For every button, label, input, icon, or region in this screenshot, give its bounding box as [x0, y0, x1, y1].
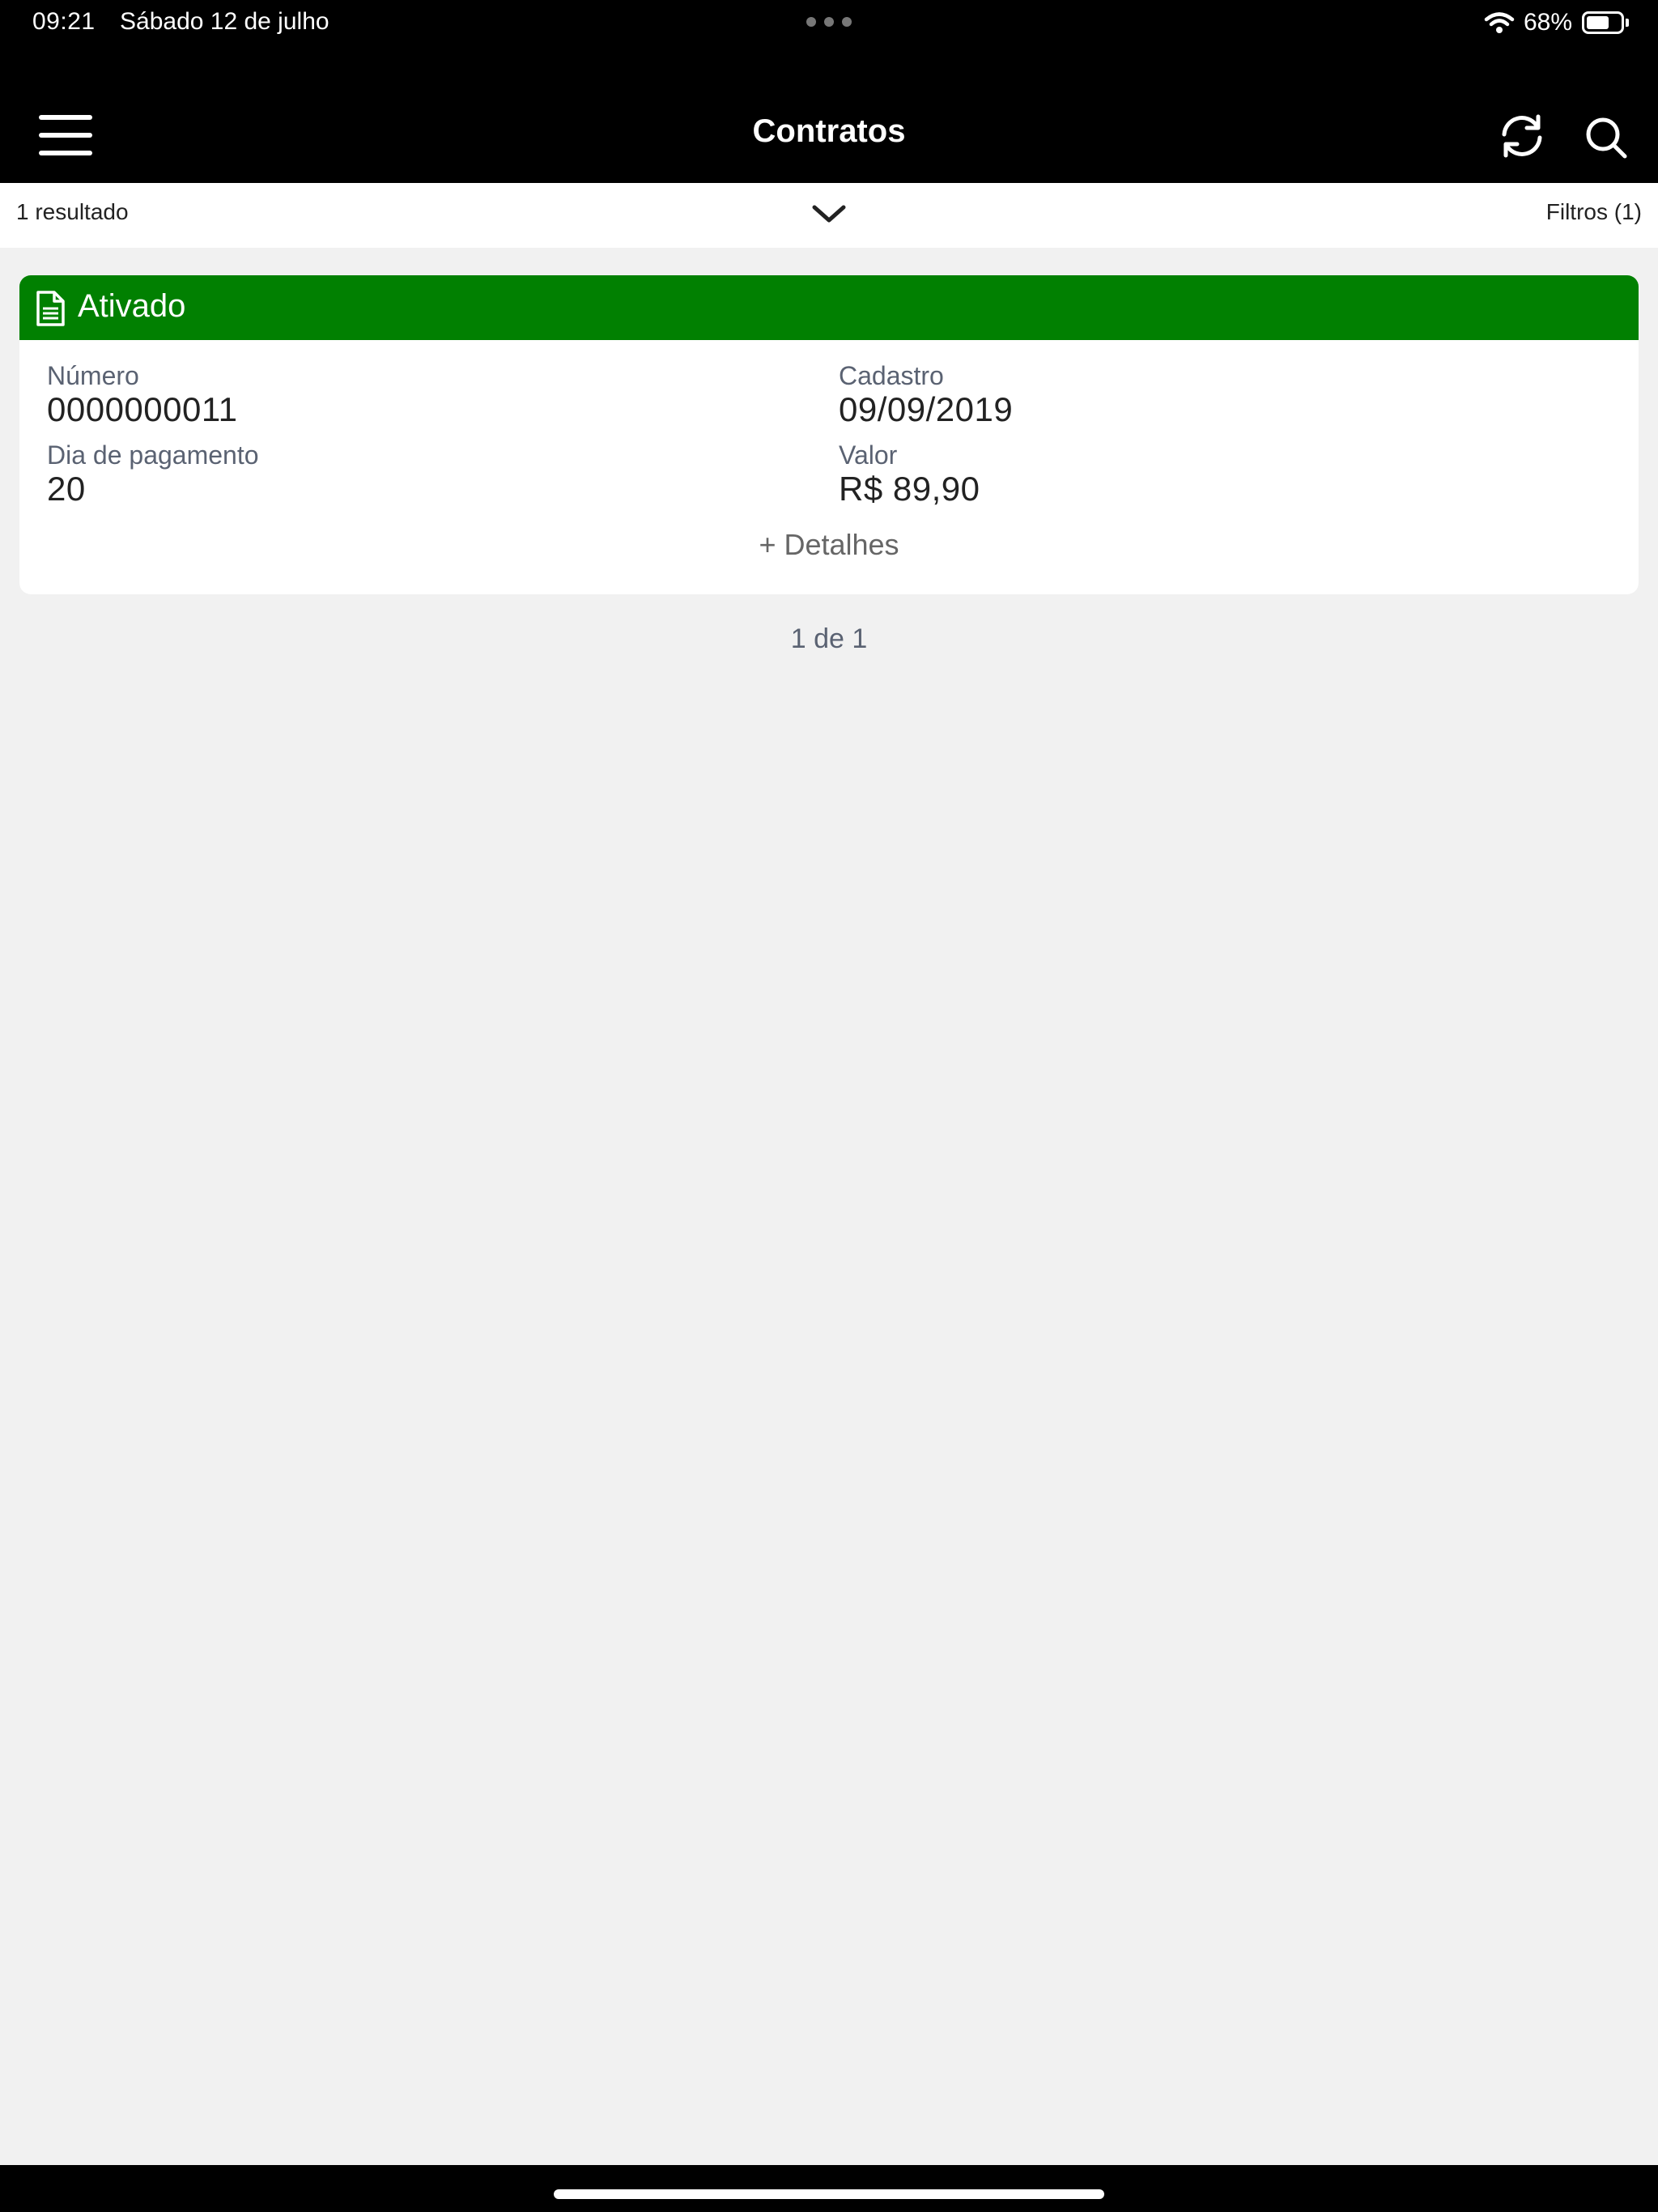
status-bar: 09:21 Sábado 12 de julho 68%: [0, 0, 1658, 47]
pagination-label: 1 de 1: [790, 623, 868, 654]
filters-button[interactable]: Filtros (1): [1546, 199, 1642, 225]
cadastro-value: 09/09/2019: [839, 390, 1014, 428]
status-date: Sábado 12 de julho: [120, 8, 329, 35]
home-indicator[interactable]: [554, 2189, 1104, 2199]
chevron-down-icon[interactable]: [811, 202, 847, 225]
valor-label: Valor: [839, 440, 898, 470]
dia-pagamento-value: 20: [47, 470, 86, 508]
valor-value: R$ 89,90: [839, 470, 980, 508]
cadastro-label: Cadastro: [839, 361, 944, 390]
contract-card[interactable]: Ativado Número 0000000011 Cadastro 09/09…: [19, 275, 1639, 594]
numero-value: 0000000011: [47, 390, 238, 428]
numero-label: Número: [47, 361, 139, 390]
document-icon: [36, 291, 65, 326]
battery-icon: [1582, 11, 1629, 34]
navigation-bar: Contratos: [0, 47, 1658, 183]
details-button[interactable]: + Detalhes: [19, 528, 1639, 562]
dia-pagamento-label: Dia de pagamento: [47, 440, 259, 470]
refresh-icon[interactable]: [1498, 113, 1546, 159]
multitasking-dots-icon[interactable]: [806, 16, 852, 28]
contract-status-header: Ativado: [19, 275, 1639, 340]
wifi-icon: [1484, 12, 1515, 33]
status-indicators: 68%: [1483, 6, 1629, 39]
page-title: Contratos: [752, 113, 906, 149]
search-icon[interactable]: [1584, 115, 1629, 160]
contract-status: Ativado: [78, 288, 186, 324]
battery-percentage: 68%: [1523, 9, 1572, 36]
status-time: 09:21: [32, 8, 96, 35]
home-bar: [0, 2165, 1658, 2212]
results-count: 1 resultado: [16, 199, 129, 224]
